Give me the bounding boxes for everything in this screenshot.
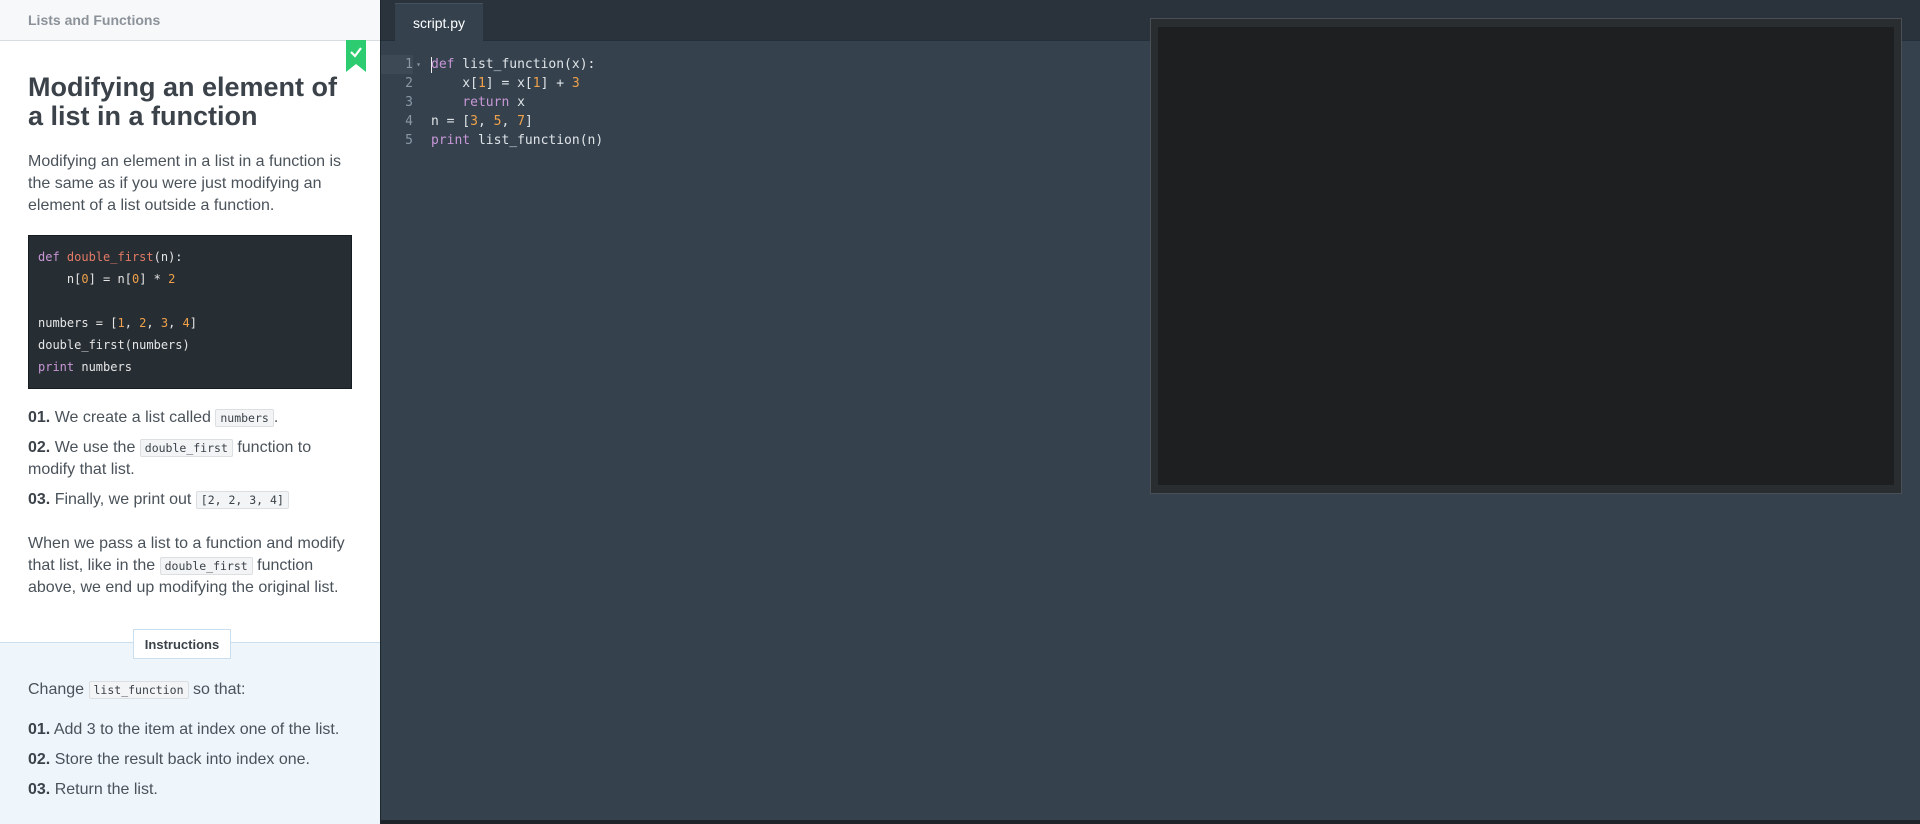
line-number: 3 — [405, 95, 413, 110]
lesson-closing-paragraph: When we pass a list to a function and mo… — [28, 535, 345, 596]
bookmark-check-icon — [346, 40, 366, 72]
fold-arrow-icon[interactable]: ▾ — [416, 55, 421, 74]
instructions-panel: Instructions Change list_function so tha… — [0, 629, 380, 824]
lesson-panel: Lists and Functions Modifying an element… — [0, 0, 381, 824]
instructions-tab[interactable]: Instructions — [133, 629, 231, 659]
line-number: 5 — [405, 133, 413, 148]
explanation-steps: 01. We create a list called numbers. 02.… — [28, 407, 352, 511]
editor-line[interactable]: 1 ▾ def list_function(x): — [381, 55, 1141, 74]
step-item: 02. We use the double_first function to … — [28, 439, 312, 478]
course-section-title: Lists and Functions — [0, 0, 380, 41]
code-line-4: double_first(numbers) — [38, 338, 190, 352]
step-item: 01. We create a list called numbers. — [28, 409, 279, 427]
inline-code: double_first — [139, 439, 233, 457]
code-editor[interactable]: 1 ▾ def list_function(x): 2 x[1] = x[1] +… — [381, 55, 1141, 150]
lesson-title: Modifying an element of a list in a func… — [28, 72, 338, 131]
code-line-2: n[0] = n[0] * 2 — [38, 272, 176, 286]
inline-code: double_first — [159, 557, 253, 575]
instructions-lead: Change list_function so that: — [28, 681, 246, 699]
line-number: 2 — [405, 76, 413, 91]
inline-code: [2, 2, 3, 4] — [195, 491, 289, 509]
editor-line[interactable]: 3 return x — [381, 93, 1141, 112]
editor-line[interactable]: 4 n = [3, 5, 7] — [381, 112, 1141, 131]
inline-code: list_function — [88, 681, 189, 699]
instruction-item: 02. Store the result back into index one… — [28, 751, 310, 768]
editor-bottom-bar — [381, 820, 1920, 824]
code-editor-area: script.py 1 ▾ def list_function(x): 2 x[1… — [381, 0, 1920, 824]
line-number: 4 — [405, 114, 413, 129]
code-line-5: print numbers — [38, 360, 132, 374]
inline-code: numbers — [215, 409, 274, 427]
instruction-item: 01. Add 3 to the item at index one of th… — [28, 721, 340, 738]
editor-line[interactable]: 2 x[1] = x[1] + 3 — [381, 74, 1141, 93]
instruction-item: 03. Return the list. — [28, 781, 158, 798]
tab-script-py[interactable]: script.py — [395, 3, 483, 42]
output-console-screen — [1158, 27, 1894, 485]
output-console — [1150, 18, 1902, 494]
editor-line[interactable]: 5 print list_function(n) — [381, 131, 1141, 150]
line-number: 1 — [405, 57, 413, 72]
example-code-block: def double_first(n): n[0] = n[0] * 2 num… — [28, 235, 352, 389]
lesson-intro: Modifying an element in a list in a func… — [28, 153, 342, 214]
code-line-3: numbers = [1, 2, 3, 4] — [38, 316, 198, 330]
code-line-1: def double_first(n): — [38, 250, 183, 264]
step-item: 03. Finally, we print out [2, 2, 3, 4] — [28, 489, 352, 511]
